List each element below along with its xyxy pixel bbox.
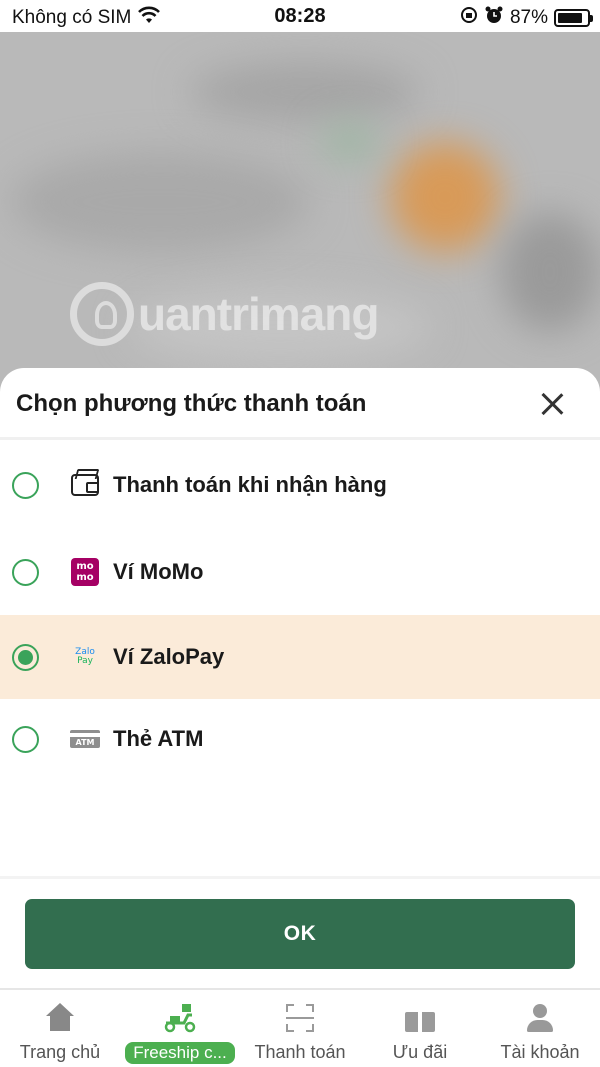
status-right-group: 87%	[460, 5, 593, 31]
scan-corner	[306, 1024, 314, 1032]
close-icon[interactable]	[540, 392, 564, 416]
momo-icon: mo mo	[70, 557, 100, 587]
nav-label: Freeship c...	[125, 1042, 235, 1064]
wallet-shape	[71, 474, 99, 496]
nav-label: Thanh toán	[254, 1042, 346, 1062]
sheet-footer: OK	[0, 876, 600, 988]
atm-card-icon: ATM	[70, 724, 100, 754]
nav-item-home[interactable]: Trang chủ	[0, 990, 120, 1067]
battery-icon	[554, 9, 593, 27]
alarm-icon	[484, 5, 504, 31]
payment-option-cod[interactable]: Thanh toán khi nhận hàng	[0, 443, 600, 527]
radio-button-selected[interactable]	[12, 643, 39, 671]
sheet-title: Chọn phương thức thanh toán	[16, 390, 367, 417]
scan-line	[286, 1017, 314, 1019]
home-icon	[45, 1002, 75, 1034]
payment-option-label: Thẻ ATM	[113, 726, 204, 751]
radio-button[interactable]	[12, 725, 39, 753]
bg-blob	[390, 142, 500, 252]
gift-icon	[405, 1002, 435, 1034]
payment-option-zalopay[interactable]: Zalo Pay Ví ZaloPay	[0, 615, 600, 699]
payment-option-momo[interactable]: mo mo Ví MoMo	[0, 530, 600, 614]
watermark-text: uantrimang	[138, 288, 379, 340]
lightbulb-icon	[70, 282, 134, 346]
zalopay-icon: Zalo Pay	[70, 642, 100, 672]
scan-icon	[286, 1002, 314, 1034]
gift-shape	[405, 1004, 435, 1032]
payment-option-atm[interactable]: ATM Thẻ ATM	[0, 697, 600, 781]
battery-level	[558, 13, 583, 23]
wallet-icon	[70, 470, 100, 500]
home-shape	[45, 1003, 75, 1031]
status-bar: Không có SIM 08:28 87%	[0, 0, 600, 32]
scan-shape	[286, 1004, 314, 1032]
sheet-header: Chọn phương thức thanh toán	[0, 368, 600, 440]
user-icon	[526, 1002, 554, 1034]
user-shape	[526, 1004, 554, 1032]
atm-card-text: ATM	[70, 730, 100, 748]
nav-item-offers[interactable]: Ưu đãi	[360, 990, 480, 1067]
momo-logo-text: mo mo	[71, 558, 99, 586]
radio-button[interactable]	[12, 471, 39, 499]
watermark-logo: uantrimang	[70, 282, 379, 346]
bg-blob	[190, 62, 420, 122]
blurred-background[interactable]: uantrimang	[0, 32, 600, 392]
zalopay-logo-bottom: Pay	[77, 656, 93, 666]
payment-method-sheet: Chọn phương thức thanh toán Thanh toán k…	[0, 368, 600, 988]
nav-label: Tài khoản	[500, 1042, 580, 1062]
bottom-nav: Trang chủ Freeship c... Thanh toán Ưu đã…	[0, 988, 600, 1067]
delivery-scooter-icon	[162, 1002, 198, 1034]
nav-item-account[interactable]: Tài khoản	[480, 990, 600, 1067]
payment-option-label: Thanh toán khi nhận hàng	[113, 472, 387, 497]
nav-item-payment[interactable]: Thanh toán	[240, 990, 360, 1067]
nav-label: Trang chủ	[19, 1042, 101, 1062]
rotation-lock-icon	[460, 6, 478, 30]
bg-blob	[10, 152, 310, 252]
payment-option-label: Ví ZaloPay	[113, 644, 225, 669]
nav-label: Ưu đãi	[392, 1042, 448, 1062]
radio-button[interactable]	[12, 558, 39, 586]
scan-corner	[286, 1024, 294, 1032]
ok-button[interactable]: OK	[25, 899, 575, 969]
bg-blob	[500, 212, 600, 332]
scan-corner	[286, 1004, 294, 1012]
nav-item-freeship[interactable]: Freeship c...	[120, 990, 240, 1067]
payment-option-label: Ví MoMo	[113, 559, 204, 584]
zalopay-logo: Zalo Pay	[75, 648, 95, 666]
bg-blob	[320, 122, 380, 162]
battery-percent: 87%	[509, 7, 548, 28]
scan-corner	[306, 1004, 314, 1012]
